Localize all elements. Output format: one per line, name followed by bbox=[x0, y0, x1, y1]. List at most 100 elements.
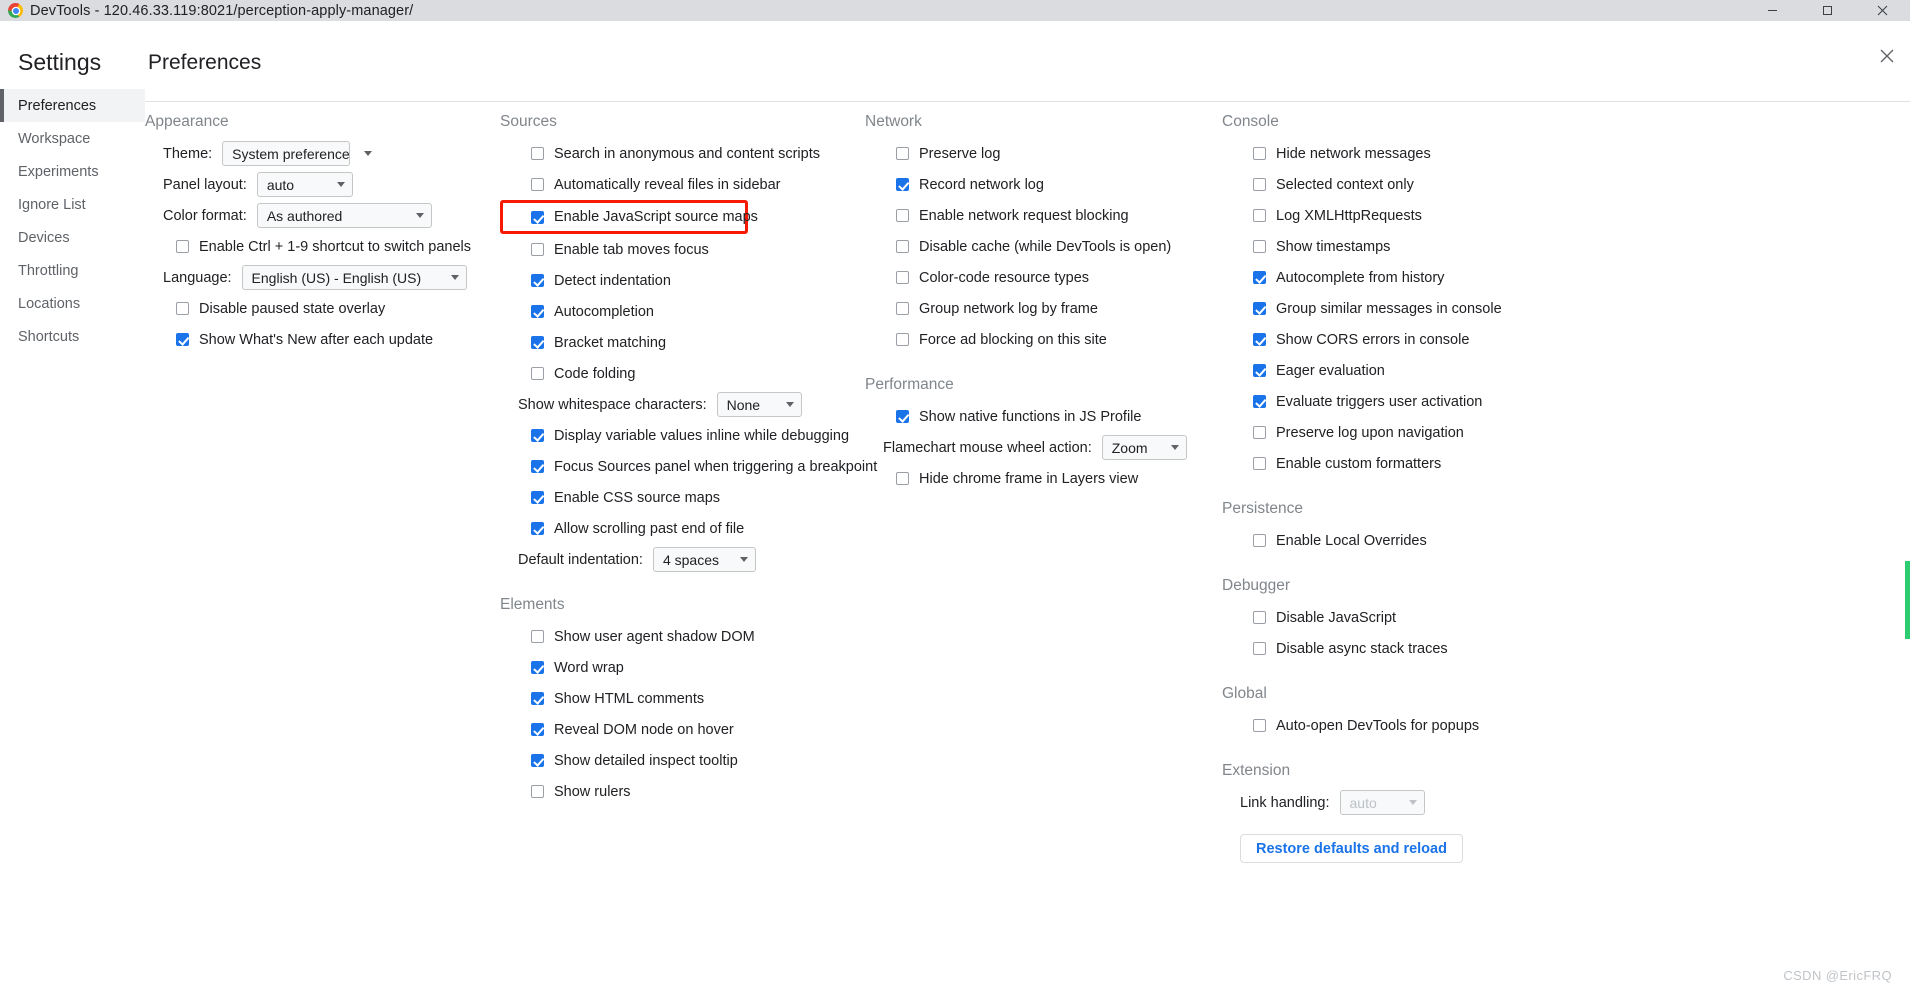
checkbox-auto-open-devtools-for-popups[interactable] bbox=[1253, 719, 1266, 732]
checkbox-row-record-network-log[interactable]: Record network log bbox=[865, 169, 1222, 200]
checkbox-preserve-log[interactable] bbox=[896, 147, 909, 160]
checkbox-force-ad-blocking[interactable] bbox=[896, 333, 909, 346]
checkbox-word-wrap[interactable] bbox=[531, 661, 544, 674]
checkbox-show-html-comments[interactable] bbox=[531, 692, 544, 705]
checkbox-hide-network-messages[interactable] bbox=[1253, 147, 1266, 160]
checkbox-row-show-timestamps[interactable]: Show timestamps bbox=[1222, 231, 1622, 262]
checkbox-show-whats-new[interactable] bbox=[176, 333, 189, 346]
flamechart-select[interactable]: Zoom bbox=[1101, 435, 1187, 460]
checkbox-row-enable-local-overrides[interactable]: Enable Local Overrides bbox=[1222, 525, 1622, 556]
checkbox-disable-paused-overlay[interactable] bbox=[176, 302, 189, 315]
checkbox-row-js-source-maps[interactable]: Enable JavaScript source maps bbox=[500, 200, 758, 234]
checkbox-row-preserve-log-upon-navigation[interactable]: Preserve log upon navigation bbox=[1222, 417, 1622, 448]
close-icon[interactable] bbox=[1855, 0, 1910, 21]
scrollbar-track[interactable] bbox=[1905, 21, 1910, 997]
checkbox-row-ctrl-shortcut[interactable]: Enable Ctrl + 1-9 shortcut to switch pan… bbox=[145, 231, 500, 262]
checkbox-row-hide-network-messages[interactable]: Hide network messages bbox=[1222, 138, 1622, 169]
checkbox-display-variable-values-inline[interactable] bbox=[531, 429, 544, 442]
link-handling-select[interactable]: auto bbox=[1339, 790, 1425, 815]
checkbox-bracket-matching[interactable] bbox=[531, 336, 544, 349]
checkbox-row-native-functions[interactable]: Show native functions in JS Profile bbox=[865, 401, 1222, 432]
checkbox-disable-javascript[interactable] bbox=[1253, 611, 1266, 624]
checkbox-row-reveal-dom-node[interactable]: Reveal DOM node on hover bbox=[500, 714, 865, 745]
checkbox-allow-scrolling-past-end[interactable] bbox=[531, 522, 544, 535]
checkbox-show-user-agent-shadow-dom[interactable] bbox=[531, 630, 544, 643]
checkbox-row-search-anonymous[interactable]: Search in anonymous and content scripts bbox=[500, 138, 865, 169]
sidebar-item-devices[interactable]: Devices bbox=[0, 221, 145, 254]
checkbox-evaluate-triggers-user-activation[interactable] bbox=[1253, 395, 1266, 408]
checkbox-row-bracket-matching[interactable]: Bracket matching bbox=[500, 327, 865, 358]
checkbox-eager-evaluation[interactable] bbox=[1253, 364, 1266, 377]
language-select[interactable]: English (US) - English (US) bbox=[241, 265, 467, 290]
checkbox-show-timestamps[interactable] bbox=[1253, 240, 1266, 253]
checkbox-row-tab-moves-focus[interactable]: Enable tab moves focus bbox=[500, 234, 865, 265]
checkbox-show-rulers[interactable] bbox=[531, 785, 544, 798]
checkbox-enable-custom-formatters[interactable] bbox=[1253, 457, 1266, 470]
checkbox-row-evaluate-triggers-user-activation[interactable]: Evaluate triggers user activation bbox=[1222, 386, 1622, 417]
checkbox-row-selected-context-only[interactable]: Selected context only bbox=[1222, 169, 1622, 200]
checkbox-row-preserve-log[interactable]: Preserve log bbox=[865, 138, 1222, 169]
checkbox-row-focus-sources[interactable]: Focus Sources panel when triggering a br… bbox=[500, 451, 877, 482]
checkbox-row-auto-reveal[interactable]: Automatically reveal files in sidebar bbox=[500, 169, 865, 200]
checkbox-show-detailed-inspect-tooltip[interactable] bbox=[531, 754, 544, 767]
checkbox-row-color-code-resource-types[interactable]: Color-code resource types bbox=[865, 262, 1222, 293]
checkbox-row-disable-javascript[interactable]: Disable JavaScript bbox=[1222, 602, 1622, 633]
checkbox-row-group-by-frame[interactable]: Group network log by frame bbox=[865, 293, 1222, 324]
checkbox-row-disable-cache[interactable]: Disable cache (while DevTools is open) bbox=[865, 231, 1222, 262]
checkbox-log-xmlhttprequests[interactable] bbox=[1253, 209, 1266, 222]
checkbox-row-log-xmlhttprequests[interactable]: Log XMLHttpRequests bbox=[1222, 200, 1622, 231]
checkbox-show-native-functions[interactable] bbox=[896, 410, 909, 423]
checkbox-row-enable-custom-formatters[interactable]: Enable custom formatters bbox=[1222, 448, 1622, 479]
checkbox-row-inspect-tooltip[interactable]: Show detailed inspect tooltip bbox=[500, 745, 865, 776]
checkbox-reveal-dom-node-on-hover[interactable] bbox=[531, 723, 544, 736]
checkbox-selected-context-only[interactable] bbox=[1253, 178, 1266, 191]
checkbox-row-css-source-maps[interactable]: Enable CSS source maps bbox=[500, 482, 865, 513]
sidebar-item-ignore-list[interactable]: Ignore List bbox=[0, 188, 145, 221]
checkbox-enable-js-source-maps[interactable] bbox=[531, 210, 544, 224]
whitespace-select[interactable]: None bbox=[716, 392, 802, 417]
sidebar-item-throttling[interactable]: Throttling bbox=[0, 254, 145, 287]
checkbox-row-group-similar-messages[interactable]: Group similar messages in console bbox=[1222, 293, 1622, 324]
checkbox-ctrl-shortcut[interactable] bbox=[176, 240, 189, 253]
checkbox-preserve-log-upon-navigation[interactable] bbox=[1253, 426, 1266, 439]
indentation-select[interactable]: 4 spaces bbox=[652, 547, 756, 572]
checkbox-row-hide-chrome-frame[interactable]: Hide chrome frame in Layers view bbox=[865, 463, 1222, 494]
restore-defaults-button[interactable]: Restore defaults and reload bbox=[1240, 834, 1463, 863]
panel-layout-select[interactable]: auto bbox=[256, 172, 353, 197]
checkbox-detect-indentation[interactable] bbox=[531, 274, 544, 287]
checkbox-row-show-rulers[interactable]: Show rulers bbox=[500, 776, 865, 807]
sidebar-item-experiments[interactable]: Experiments bbox=[0, 155, 145, 188]
checkbox-row-inline-values[interactable]: Display variable values inline while deb… bbox=[500, 420, 865, 451]
checkbox-row-request-blocking[interactable]: Enable network request blocking bbox=[865, 200, 1222, 231]
checkbox-row-code-folding[interactable]: Code folding bbox=[500, 358, 865, 389]
checkbox-row-autocomplete-from-history[interactable]: Autocomplete from history bbox=[1222, 262, 1622, 293]
checkbox-auto-reveal-files[interactable] bbox=[531, 178, 544, 191]
checkbox-enable-network-request-blocking[interactable] bbox=[896, 209, 909, 222]
checkbox-focus-sources-panel[interactable] bbox=[531, 460, 544, 473]
checkbox-row-eager-evaluation[interactable]: Eager evaluation bbox=[1222, 355, 1622, 386]
checkbox-disable-async-stack-traces[interactable] bbox=[1253, 642, 1266, 655]
checkbox-disable-cache[interactable] bbox=[896, 240, 909, 253]
sidebar-item-shortcuts[interactable]: Shortcuts bbox=[0, 320, 145, 353]
checkbox-color-code-resource-types[interactable] bbox=[896, 271, 909, 284]
color-format-select[interactable]: As authored bbox=[256, 203, 432, 228]
checkbox-row-shadow-dom[interactable]: Show user agent shadow DOM bbox=[500, 621, 865, 652]
checkbox-row-html-comments[interactable]: Show HTML comments bbox=[500, 683, 865, 714]
checkbox-row-detect-indentation[interactable]: Detect indentation bbox=[500, 265, 865, 296]
sidebar-item-workspace[interactable]: Workspace bbox=[0, 122, 145, 155]
checkbox-row-whats-new[interactable]: Show What's New after each update bbox=[145, 324, 500, 355]
checkbox-row-show-cors-errors[interactable]: Show CORS errors in console bbox=[1222, 324, 1622, 355]
checkbox-row-force-ad-blocking[interactable]: Force ad blocking on this site bbox=[865, 324, 1222, 355]
checkbox-enable-local-overrides[interactable] bbox=[1253, 534, 1266, 547]
checkbox-code-folding[interactable] bbox=[531, 367, 544, 380]
checkbox-autocomplete-from-history[interactable] bbox=[1253, 271, 1266, 284]
checkbox-row-autocompletion[interactable]: Autocompletion bbox=[500, 296, 865, 327]
checkbox-search-anonymous[interactable] bbox=[531, 147, 544, 160]
sidebar-item-preferences[interactable]: Preferences bbox=[0, 89, 145, 122]
checkbox-row-disable-async-stack-traces[interactable]: Disable async stack traces bbox=[1222, 633, 1622, 664]
maximize-icon[interactable] bbox=[1800, 0, 1855, 21]
checkbox-row-scroll-past-end[interactable]: Allow scrolling past end of file bbox=[500, 513, 865, 544]
checkbox-group-similar-messages[interactable] bbox=[1253, 302, 1266, 315]
checkbox-show-cors-errors[interactable] bbox=[1253, 333, 1266, 346]
checkbox-row-disable-paused[interactable]: Disable paused state overlay bbox=[145, 293, 500, 324]
